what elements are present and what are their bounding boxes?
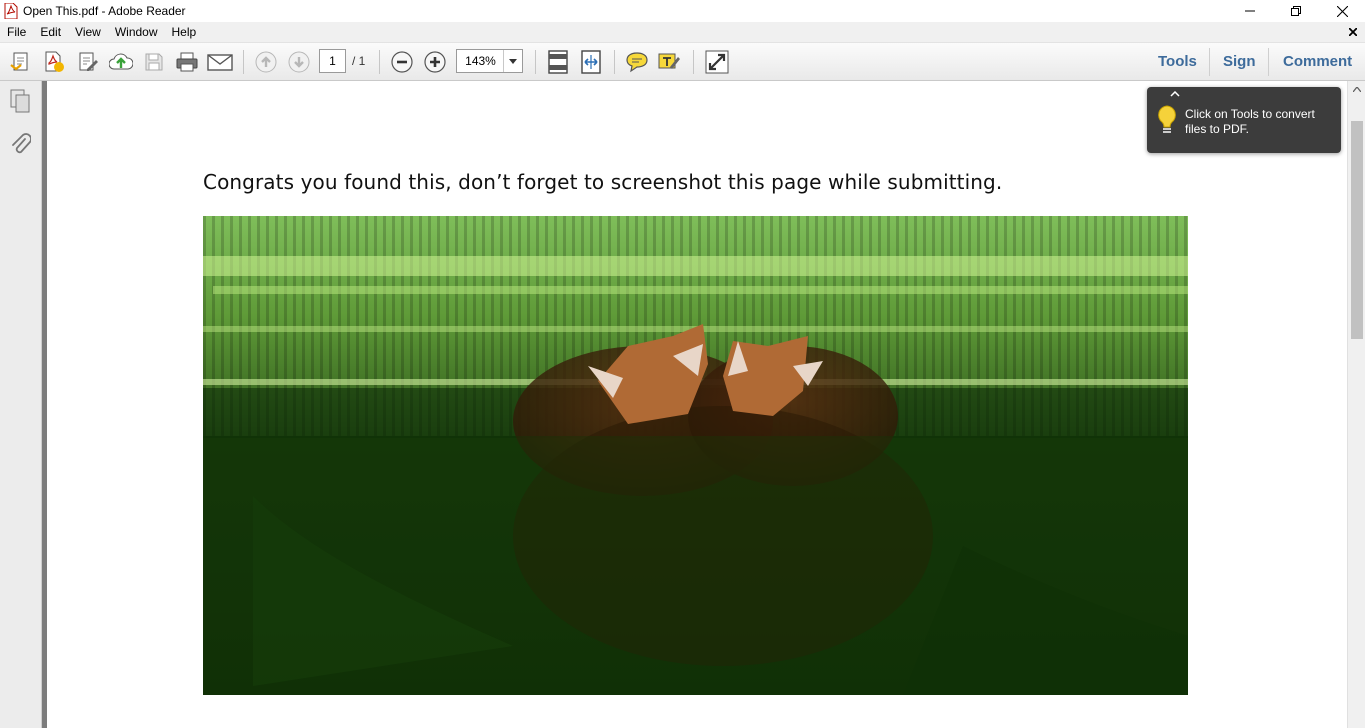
menu-help[interactable]: Help [165,22,204,43]
paperclip-icon [12,133,31,154]
tools-link[interactable]: Tools [1158,43,1197,81]
zoom-select[interactable]: 143% [456,49,523,73]
arrow-down-circle-icon [288,51,310,73]
chevron-down-icon [509,58,517,64]
close-icon [1336,5,1348,17]
scroll-up-button[interactable] [1348,81,1365,98]
window-title: Open This.pdf - Adobe Reader [23,4,186,18]
toolbar-separator [1268,48,1269,76]
zoom-in-button[interactable] [422,49,448,75]
edit-document-icon [79,52,98,71]
zoom-in-icon [424,51,446,73]
comment-link[interactable]: Comment [1283,43,1352,81]
sticky-note-button[interactable] [624,49,650,75]
minimize-icon [1245,10,1255,12]
envelope-icon [207,54,233,71]
attachments-button[interactable] [8,131,32,157]
sign-link[interactable]: Sign [1223,43,1256,81]
full-screen-button[interactable] [704,49,730,75]
fit-page-icon [548,50,568,74]
lightbulb-icon [1158,105,1176,133]
tooltip-text: Click on Tools to convert files to PDF. [1185,107,1315,136]
menu-view[interactable]: View [68,22,108,43]
next-page-button[interactable] [286,49,312,75]
page-total-label: / 1 [352,54,366,68]
restore-button[interactable] [1273,0,1319,22]
toolbar-separator [535,50,536,74]
menu-file[interactable]: File [0,22,33,43]
cats-photo [203,216,1188,695]
scrollbar-thumb[interactable] [1351,121,1363,339]
title-bar: Open This.pdf - Adobe Reader [0,0,1365,22]
fit-width-button[interactable] [578,49,604,75]
close-window-button[interactable] [1319,0,1365,22]
print-button[interactable] [174,49,200,75]
highlight-text-icon [658,53,680,69]
toolbar-separator [614,50,615,74]
caret-up-icon [1170,91,1180,97]
close-icon [1349,28,1357,36]
pages-icon [10,89,30,113]
print-icon [176,52,198,72]
tools-tooltip: Click on Tools to convert files to PDF. [1147,87,1341,153]
save-icon [145,53,163,71]
toolbar-separator [243,50,244,74]
zoom-out-icon [391,51,413,73]
menu-bar: File Edit View Window Help [0,22,1365,43]
toolbar-separator [379,50,380,74]
highlight-text-button[interactable] [657,49,683,75]
create-pdf-icon [45,51,64,72]
zoom-dropdown-button[interactable] [503,50,522,72]
open-file-icon [10,52,28,71]
chevron-up-icon [1353,87,1361,92]
edit-pdf-button[interactable] [75,49,101,75]
zoom-out-button[interactable] [389,49,415,75]
comment-bubble-icon [626,52,648,73]
fit-page-button[interactable] [545,49,571,75]
previous-page-button[interactable] [253,49,279,75]
cloud-upload-icon [109,53,133,70]
close-document-button[interactable] [1346,24,1360,40]
menu-edit[interactable]: Edit [33,22,68,43]
expand-icon [705,50,729,74]
zoom-value[interactable]: 143% [457,50,504,72]
fit-width-icon [581,50,601,74]
vertical-scrollbar[interactable] [1347,81,1365,728]
page-thumbnails-button[interactable] [8,88,32,114]
menu-window[interactable]: Window [108,22,165,43]
pdf-file-icon [4,3,18,19]
pdf-page: Congrats you found this, don’t forget to… [47,81,1347,728]
restore-icon [1291,6,1301,16]
upload-button[interactable] [108,49,134,75]
save-button[interactable] [141,49,167,75]
document-text: Congrats you found this, don’t forget to… [203,170,1003,194]
create-pdf-button[interactable] [41,49,67,75]
toolbar-separator [693,50,694,74]
toolbar-separator [1209,48,1210,76]
page-number-input[interactable]: 1 [319,49,346,73]
email-button[interactable] [207,49,233,75]
arrow-up-circle-icon [255,51,277,73]
minimize-button[interactable] [1227,0,1273,22]
navigation-pane [0,81,42,728]
open-button[interactable] [8,49,34,75]
